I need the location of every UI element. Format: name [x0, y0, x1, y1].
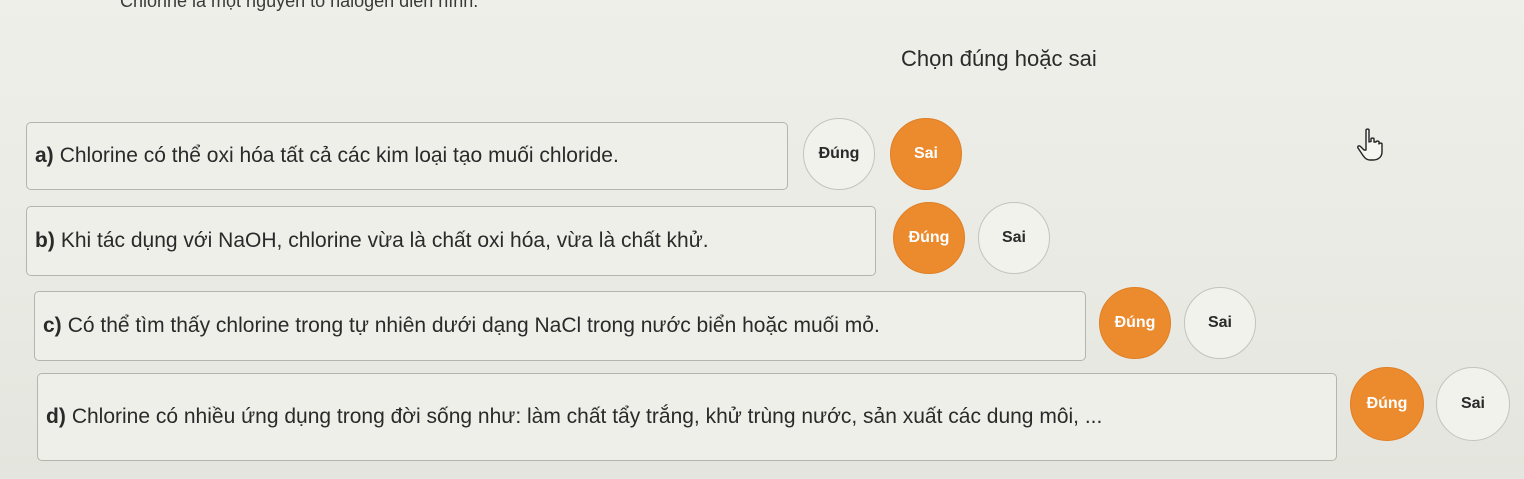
statement-a: a) Chlorine có thể oxi hóa tất cả các ki… [26, 122, 788, 190]
statement-d-true-button[interactable]: Đúng [1350, 367, 1424, 441]
statement-d-false-button[interactable]: Sai [1436, 367, 1510, 441]
statement-a-false-button[interactable]: Sai [890, 118, 962, 190]
statement-a-text: Chlorine có thể oxi hóa tất cả các kim l… [59, 144, 619, 167]
statement-b: b) Khi tác dụng với NaOH, chlorine vừa l… [26, 206, 876, 276]
statement-c-text: Có thể tìm thấy chlorine trong tự nhiên … [67, 314, 880, 337]
statement-b-text: Khi tác dụng với NaOH, chlorine vừa là c… [60, 229, 709, 252]
statement-c-label: c) [43, 314, 62, 337]
statement-b-false-button[interactable]: Sai [978, 202, 1050, 274]
statement-d: d) Chlorine có nhiều ứng dụng trong đời … [37, 373, 1337, 461]
statement-b-true-button[interactable]: Đúng [893, 202, 965, 274]
statement-b-label: b) [35, 229, 55, 252]
statement-d-label: d) [46, 405, 66, 428]
statement-d-text: Chlorine có nhiều ứng dụng trong đời sốn… [71, 405, 1103, 428]
statement-c-false-button[interactable]: Sai [1184, 287, 1256, 359]
instruction-text: Chọn đúng hoặc sai [901, 46, 1097, 71]
statement-a-label: a) [35, 144, 54, 167]
hand-pointer-icon [1357, 128, 1383, 161]
statement-c: c) Có thể tìm thấy chlorine trong tự nhi… [34, 291, 1086, 361]
statement-c-true-button[interactable]: Đúng [1099, 287, 1171, 359]
question-stem: Chlorine là một nguyên tố halogen điển h… [120, 0, 479, 11]
statement-a-true-button[interactable]: Đúng [803, 118, 875, 190]
